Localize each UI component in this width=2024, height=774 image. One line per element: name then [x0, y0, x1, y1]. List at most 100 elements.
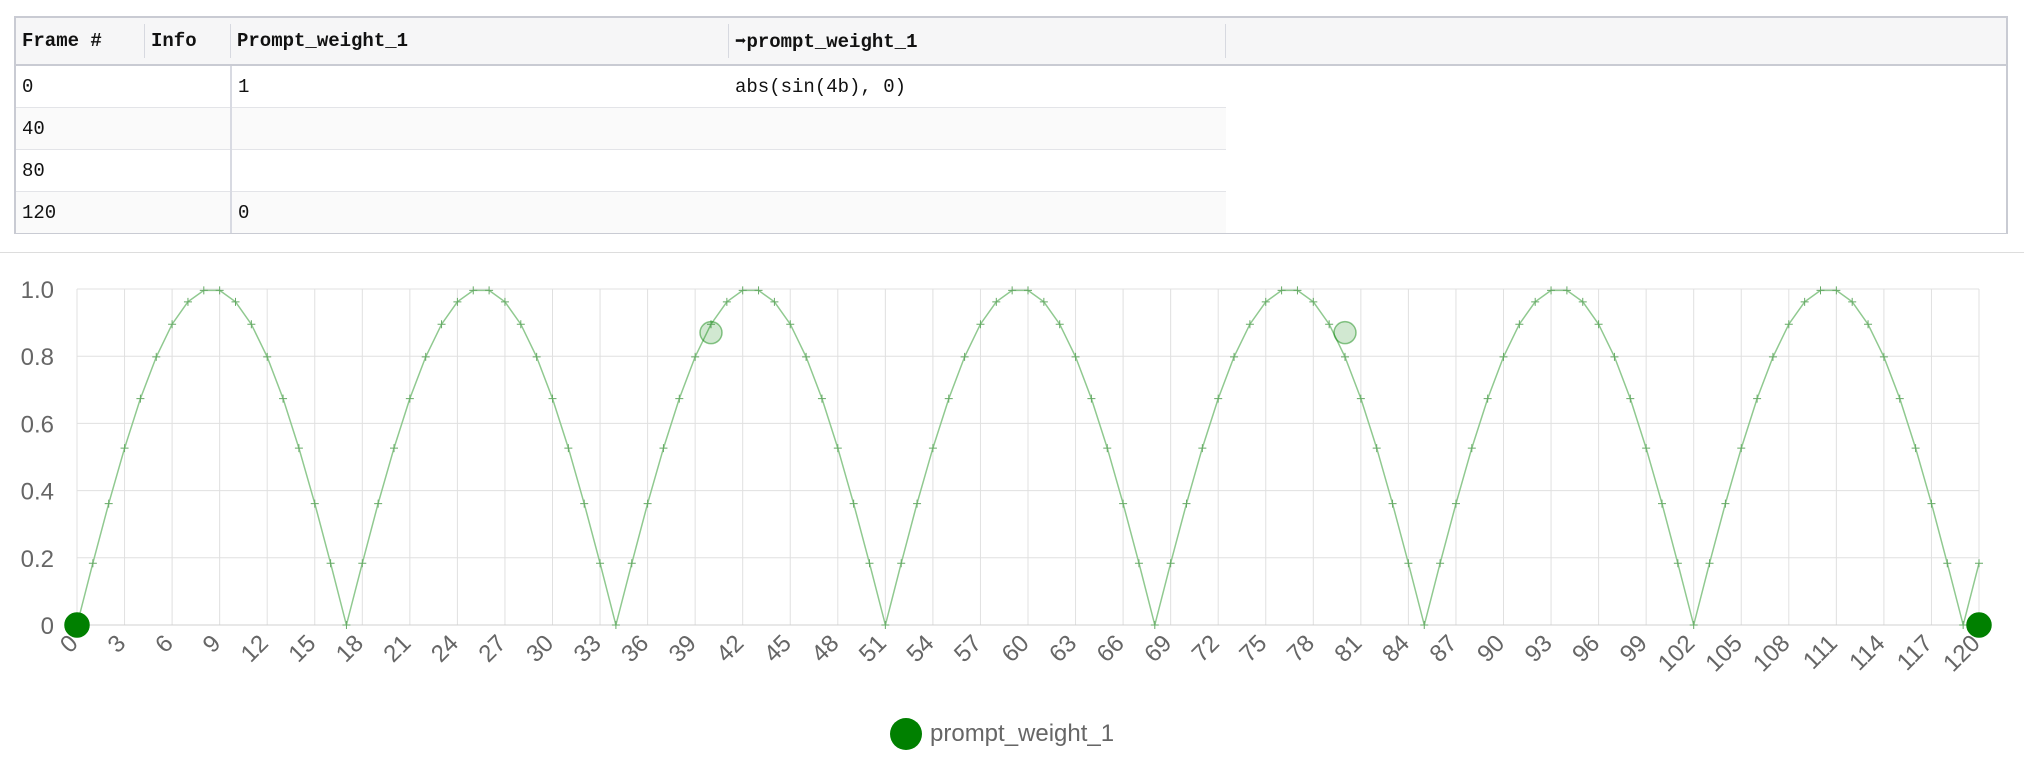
cell-interpolation[interactable] — [729, 149, 1226, 192]
cell-info[interactable] — [145, 149, 232, 192]
data-point — [1420, 621, 1429, 629]
cell-interpolation[interactable]: abs(sin(4b), 0) — [729, 65, 1226, 108]
cell-frame[interactable]: 40 — [16, 107, 145, 150]
x-tick-label: 93 — [1520, 630, 1558, 668]
table-row[interactable]: 120 0 — [16, 191, 2006, 233]
cell-prompt-weight[interactable] — [231, 149, 729, 192]
data-point — [659, 444, 668, 453]
cell-interpolation[interactable] — [729, 107, 1226, 150]
y-tick-label: 1.0 — [21, 277, 54, 304]
data-point — [326, 559, 335, 568]
data-point — [88, 559, 97, 568]
y-tick-label: 0.6 — [21, 411, 54, 438]
data-point — [802, 352, 811, 361]
cell-info[interactable] — [145, 107, 232, 150]
chart-legend[interactable]: prompt_weight_1 — [890, 718, 1114, 750]
cell-info[interactable] — [145, 65, 232, 108]
data-point — [374, 499, 383, 508]
table-row[interactable]: 0 1 abs(sin(4b), 0) — [16, 65, 2006, 108]
data-point — [1658, 499, 1666, 508]
data-point — [342, 621, 351, 629]
data-point — [294, 444, 303, 453]
table-row[interactable]: 40 — [16, 107, 2006, 150]
column-header-info[interactable]: Info — [145, 18, 232, 66]
x-tick-label: 9 — [198, 630, 227, 659]
x-tick-label: 96 — [1567, 630, 1605, 668]
x-tick-label: 78 — [1282, 630, 1320, 668]
x-tick-label: 33 — [569, 630, 607, 668]
data-point — [897, 559, 906, 568]
keyframe-marker[interactable] — [699, 320, 723, 345]
cell-frame[interactable]: 0 — [16, 65, 145, 108]
x-tick-label: 63 — [1044, 630, 1082, 668]
cell-prompt-weight[interactable]: 1 — [231, 65, 729, 108]
data-point — [691, 352, 700, 361]
x-tick-label: 6 — [150, 630, 179, 659]
data-point — [1341, 352, 1349, 361]
x-tick-label: 45 — [759, 630, 797, 668]
data-point — [580, 499, 589, 508]
x-tick-label: 117 — [1892, 630, 1938, 676]
x-tick-label: 114 — [1844, 630, 1890, 676]
section-divider — [0, 252, 2024, 253]
data-point — [1943, 559, 1952, 568]
data-point — [1071, 352, 1080, 361]
data-point — [1150, 621, 1159, 629]
x-tick-label: 72 — [1187, 630, 1225, 668]
keyframe-marker[interactable] — [64, 612, 90, 638]
x-tick-label: 54 — [902, 630, 940, 668]
x-tick-label: 51 — [854, 630, 892, 668]
x-tick-label: 3 — [103, 630, 132, 659]
table-row[interactable]: 80 — [16, 149, 2006, 192]
data-point — [1768, 352, 1777, 361]
data-point — [1911, 444, 1920, 453]
x-tick-label: 87 — [1425, 630, 1463, 668]
data-point — [1230, 352, 1239, 361]
data-point — [1975, 559, 1983, 568]
keyframe-marker[interactable] — [1333, 320, 1357, 345]
cell-info[interactable] — [145, 191, 232, 233]
data-point — [532, 352, 541, 361]
column-header-interpolation[interactable]: ➡prompt_weight_1 — [729, 18, 1227, 66]
data-point — [1134, 559, 1143, 568]
cell-prompt-weight[interactable]: 0 — [231, 191, 729, 233]
cell-frame[interactable]: 120 — [16, 191, 145, 233]
data-point — [1166, 559, 1175, 568]
x-tick-label: 90 — [1472, 630, 1510, 668]
data-point — [1721, 499, 1730, 508]
data-point — [1673, 559, 1682, 568]
data-point — [1959, 621, 1968, 629]
data-point — [104, 499, 113, 508]
cell-interpolation[interactable] — [729, 191, 1226, 233]
x-tick-label: 81 — [1329, 630, 1367, 668]
legend-label: prompt_weight_1 — [930, 720, 1115, 747]
data-point — [817, 394, 826, 403]
data-point — [120, 444, 129, 453]
data-point — [1927, 499, 1936, 508]
table-header-row: Frame # Info Prompt_weight_1 ➡prompt_wei… — [16, 18, 2006, 66]
x-tick-label: 84 — [1377, 630, 1415, 668]
data-point — [1610, 352, 1619, 361]
legend-swatch — [890, 718, 922, 750]
keyframe-table: Frame # Info Prompt_weight_1 ➡prompt_wei… — [16, 18, 2006, 233]
column-header-prompt-weight[interactable]: Prompt_weight_1 — [231, 18, 730, 66]
data-point — [1451, 499, 1460, 508]
data-point — [136, 394, 145, 403]
cell-prompt-weight[interactable] — [231, 107, 729, 150]
data-point — [611, 621, 620, 629]
data-point — [1626, 394, 1635, 403]
cell-frame[interactable]: 80 — [16, 149, 145, 192]
data-point — [263, 352, 272, 361]
x-tick-label: 60 — [997, 630, 1035, 668]
data-point — [643, 499, 652, 508]
data-point — [1119, 499, 1128, 508]
keyframe-marker[interactable] — [1966, 612, 1992, 638]
x-tick-label: 24 — [426, 630, 464, 668]
data-point — [833, 444, 842, 453]
data-point — [1182, 499, 1191, 508]
data-point — [279, 394, 288, 403]
data-point — [1404, 559, 1413, 568]
data-point — [960, 352, 969, 361]
data-point — [675, 394, 684, 403]
column-header-frame[interactable]: Frame # — [16, 18, 146, 66]
